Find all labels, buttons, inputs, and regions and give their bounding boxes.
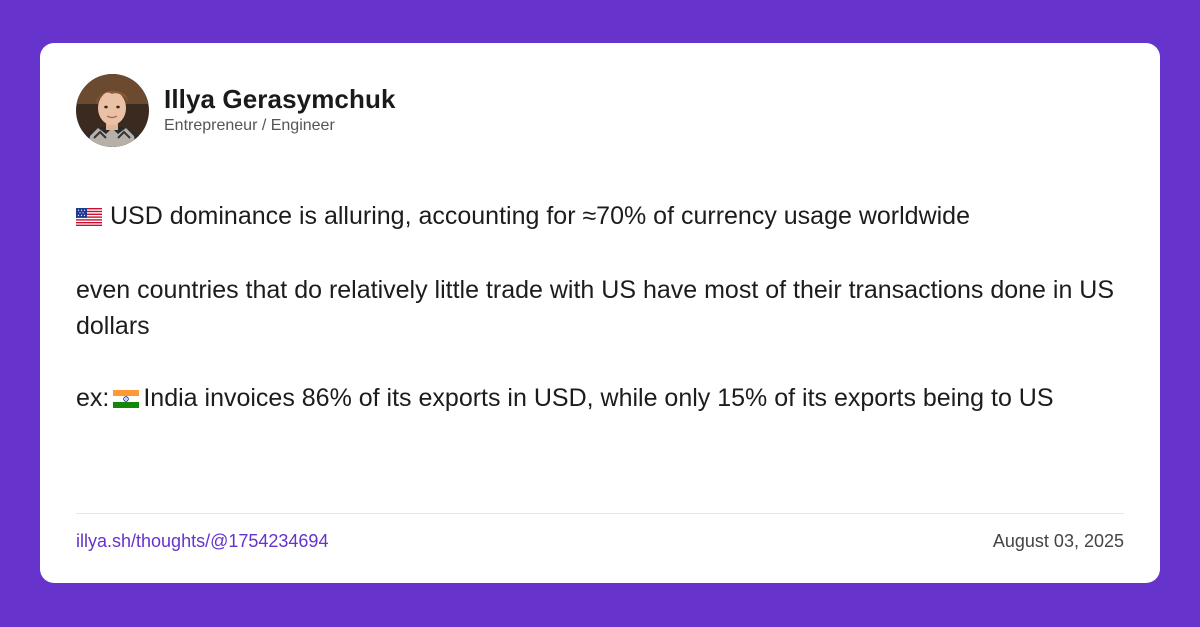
- footer-divider: [76, 513, 1124, 514]
- post-card: Illya Gerasymchuk Entrepreneur / Enginee…: [40, 43, 1160, 583]
- post-date: August 03, 2025: [992, 531, 1124, 551]
- avatar[interactable]: [76, 73, 149, 147]
- author-info: Illya Gerasymchuk Entrepreneur / Enginee…: [164, 84, 396, 136]
- post-paragraph-3-text: India invoices 86% of its exports in USD…: [143, 384, 1054, 412]
- india-flag-icon: [113, 382, 140, 418]
- post-body: USD dominance is alluring, accounting fo…: [76, 198, 1126, 418]
- post-permalink[interactable]: illya.sh/thoughts/@1754234694: [76, 530, 328, 552]
- us-flag-icon: [76, 200, 102, 236]
- post-paragraph-1: USD dominance is alluring, accounting fo…: [76, 198, 1126, 236]
- post-paragraph-2: even countries that do relatively little…: [76, 276, 1115, 340]
- post-paragraph-3: ex: India invoices 86% of its exports in…: [76, 380, 1126, 418]
- post-paragraph-1-text: USD dominance is alluring, accounting fo…: [110, 202, 970, 230]
- author-header: Illya Gerasymchuk Entrepreneur / Enginee…: [76, 73, 396, 147]
- post-paragraph-3-prefix: ex:: [76, 384, 110, 412]
- author-role: Entrepreneur / Engineer: [164, 117, 335, 134]
- author-name[interactable]: Illya Gerasymchuk: [164, 84, 396, 114]
